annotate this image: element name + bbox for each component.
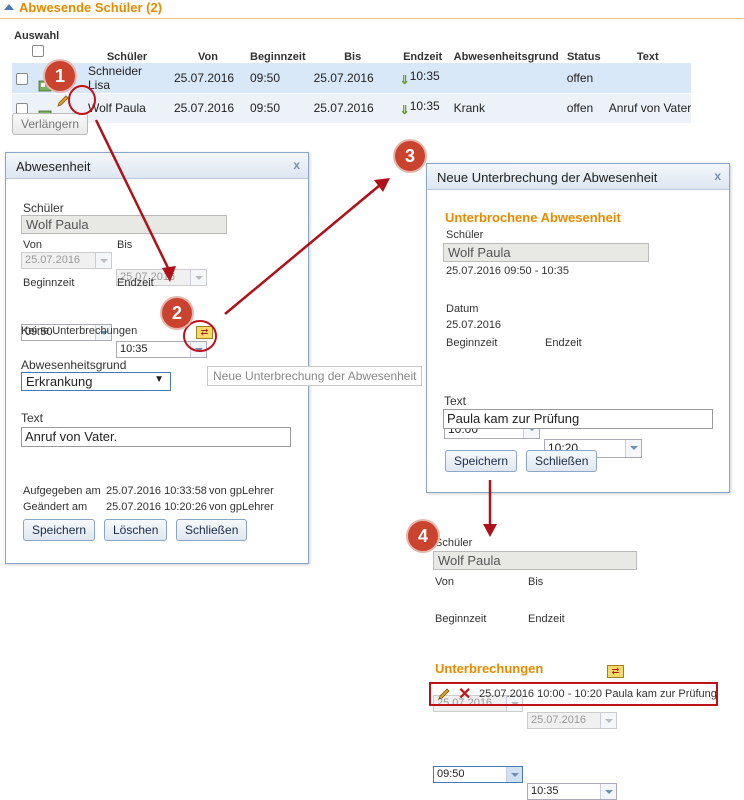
- annotation-arrows: [68, 85, 497, 537]
- annotation-arrow: [94, 119, 172, 273]
- annotation-arrow-head: [162, 266, 176, 282]
- annotation-arrow-head: [374, 178, 390, 192]
- start-time-select[interactable]: 09:50: [433, 766, 523, 783]
- annotation-arrow-head: [483, 524, 497, 537]
- step-badge: 4: [408, 521, 438, 551]
- step-badge: 3: [395, 141, 425, 171]
- end-time-select[interactable]: 10:35: [527, 783, 617, 800]
- step-badge: 1: [45, 61, 75, 91]
- annotation-circle: [68, 85, 96, 115]
- step-badge: 2: [162, 298, 192, 328]
- annotation-arrow: [224, 184, 381, 315]
- annotation-circle: [183, 320, 217, 352]
